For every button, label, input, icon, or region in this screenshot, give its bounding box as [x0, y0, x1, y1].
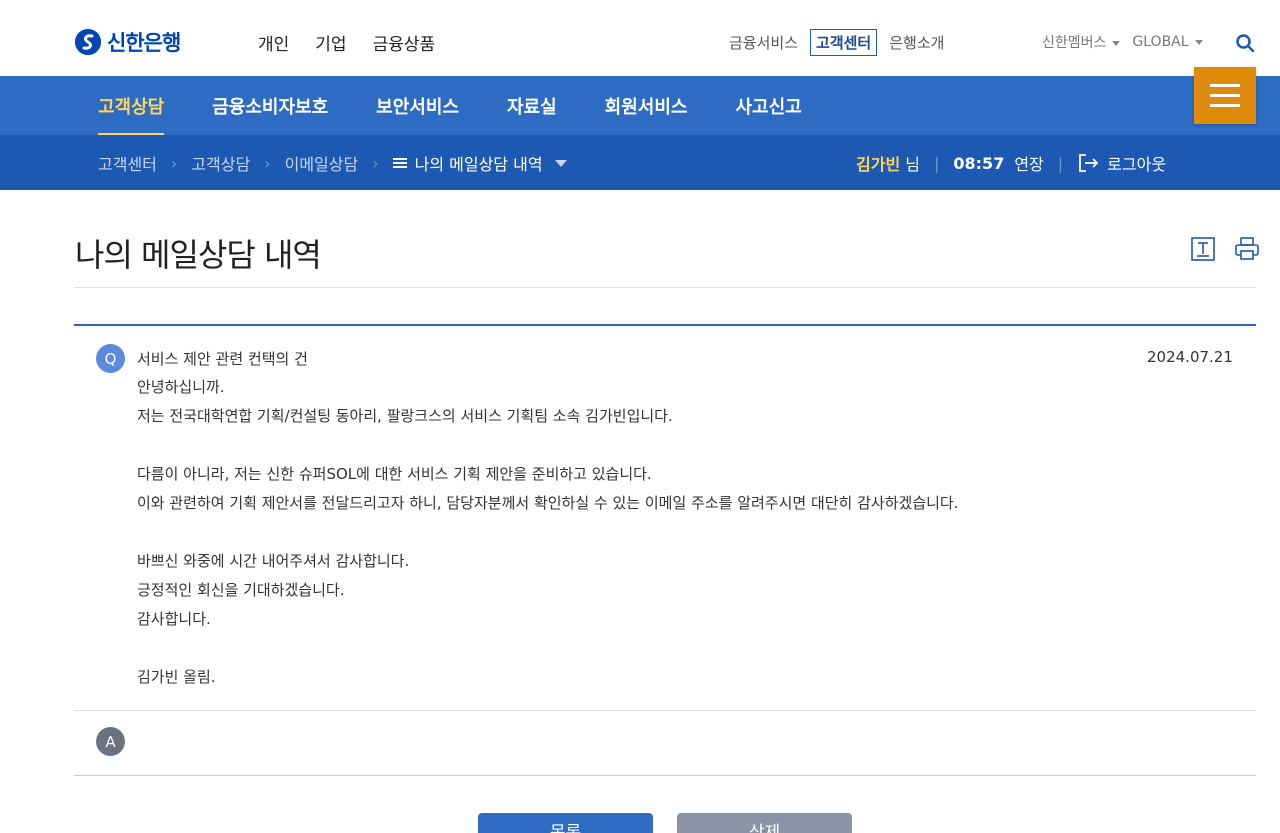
global-label: GLOBAL — [1132, 34, 1189, 50]
body-line: 김가빈 올림. — [137, 668, 216, 686]
nav-member-service[interactable]: 회원서비스 — [605, 93, 688, 119]
body-line: 긍정적인 회신을 기대하겠습니다. — [137, 581, 345, 599]
hamburger-line — [1210, 104, 1240, 107]
brand-name: 신한은행 — [107, 31, 181, 55]
question-badge: Q — [96, 344, 125, 373]
breadcrumb-current-label: 나의 메일상담 내역 — [414, 155, 543, 174]
user-session-box: 김가빈 님 | 08:57 연장 | 로그아웃 — [856, 151, 1166, 175]
nav-customer-consult[interactable]: 고객상담 — [98, 93, 165, 135]
chevron-right-icon: › — [372, 153, 379, 173]
body-line — [137, 637, 1227, 666]
main-nav-products[interactable]: 금융상품 — [373, 30, 436, 55]
nav-consumer-protection[interactable]: 금융소비자보호 — [212, 93, 328, 119]
breadcrumb-customer-consult[interactable]: 고객상담 — [191, 151, 250, 175]
global-dropdown[interactable]: GLOBAL — [1132, 34, 1203, 50]
delete-button[interactable]: 삭제 — [677, 813, 852, 833]
content-top-border — [74, 324, 1256, 326]
question-body: 안녕하십니까. 저는 전국대학연합 기획/컨설팅 동아리, 팔랑크스의 서비스 … — [137, 376, 1227, 695]
body-line: 감사합니다. — [137, 610, 211, 628]
main-nav-personal[interactable]: 개인 — [258, 30, 289, 55]
download-icon[interactable] — [1190, 236, 1216, 262]
chevron-right-icon: › — [170, 153, 178, 173]
title-divider — [74, 287, 1256, 288]
divider: | — [934, 153, 940, 173]
shinhan-members-dropdown[interactable]: 신한멤버스 — [1042, 32, 1121, 52]
util-nav-bank-intro[interactable]: 은행소개 — [889, 32, 944, 53]
breadcrumb-bar: 고객센터 › 고객상담 › 이메일상담 › 나의 메일상담 내역 김가빈 님 |… — [0, 135, 1280, 190]
utility-nav: 금융서비스 고객센터 은행소개 — [729, 29, 944, 56]
logout-button[interactable]: 로그아웃 — [1077, 151, 1166, 175]
logout-icon — [1079, 154, 1099, 172]
util-nav-customer-center[interactable]: 고객센터 — [810, 29, 878, 56]
breadcrumb-current-dropdown[interactable]: 나의 메일상담 내역 — [392, 151, 567, 175]
chevron-right-icon: › — [264, 153, 271, 173]
body-line: 바쁘신 와중에 시간 내어주셔서 감사합니다. — [137, 552, 410, 570]
page-tools — [1190, 236, 1260, 262]
question-subject: 서비스 제안 관련 컨택의 건 — [137, 350, 308, 368]
page-title: 나의 메일상담 내역 — [75, 236, 322, 274]
body-line: 다름이 아니라, 저는 신한 슈퍼SOL에 대한 서비스 기획 제안을 준비하고… — [137, 465, 652, 483]
user-name: 김가빈 — [856, 155, 901, 174]
util-nav-financial-services[interactable]: 금융서비스 — [729, 32, 798, 53]
chevron-down-icon — [1194, 39, 1203, 45]
top-header: 신한은행 개인 기업 금융상품 금융서비스 고객센터 은행소개 신한멤버스 GL… — [0, 0, 1280, 76]
nav-accident-report[interactable]: 사고신고 — [735, 93, 801, 119]
extend-session-button[interactable]: 연장 — [1014, 151, 1043, 175]
category-nav: 고객상담 금융소비자보호 보안서비스 자료실 회원서비스 사고신고 — [0, 76, 1280, 135]
brand-logo[interactable]: 신한은행 — [75, 27, 181, 57]
answer-badge: A — [96, 727, 125, 756]
breadcrumb-customer-center[interactable]: 고객센터 — [98, 151, 157, 175]
session-timer: 08:57 — [953, 153, 1005, 173]
divider: | — [1057, 153, 1064, 173]
breadcrumb-email-consult[interactable]: 이메일상담 — [285, 151, 359, 175]
body-line — [137, 434, 1227, 463]
breadcrumb: 고객센터 › 고객상담 › 이메일상담 › 나의 메일상담 내역 — [98, 151, 567, 175]
chevron-down-icon — [1112, 40, 1121, 46]
body-line: 안녕하십니까. — [137, 378, 225, 396]
body-line: 저는 전국대학연합 기획/컨설팅 동아리, 팔랑크스의 서비스 기획팀 소속 김… — [137, 407, 673, 425]
list-icon — [392, 158, 407, 168]
members-label: 신한멤버스 — [1042, 35, 1107, 51]
hamburger-menu-button[interactable] — [1194, 67, 1256, 124]
list-button[interactable]: 목록 — [478, 813, 653, 833]
user-suffix: 님 — [905, 155, 920, 174]
print-icon[interactable] — [1234, 236, 1260, 262]
hamburger-menu-icon — [1210, 84, 1240, 87]
body-line — [137, 521, 1227, 550]
nav-library[interactable]: 자료실 — [507, 93, 557, 119]
member-nav: 신한멤버스 GLOBAL — [1042, 32, 1203, 52]
question-date: 2024.07.21 — [1147, 348, 1233, 366]
nav-security-service[interactable]: 보안서비스 — [376, 93, 459, 119]
content-bottom-border — [74, 775, 1256, 776]
main-nav: 개인 기업 금융상품 — [258, 30, 435, 55]
logout-label: 로그아웃 — [1107, 155, 1167, 174]
hamburger-line — [1210, 94, 1240, 97]
body-line: 이와 관련하여 기획 제안서를 전달드리고자 하니, 담당자분께서 확인하실 수… — [137, 494, 959, 512]
user-greeting: 김가빈 님 — [856, 151, 920, 175]
qa-divider — [74, 710, 1256, 711]
main-nav-business[interactable]: 기업 — [315, 30, 346, 55]
search-icon[interactable] — [1235, 33, 1255, 53]
chevron-down-icon — [554, 159, 567, 167]
shinhan-logo-icon — [75, 29, 101, 55]
